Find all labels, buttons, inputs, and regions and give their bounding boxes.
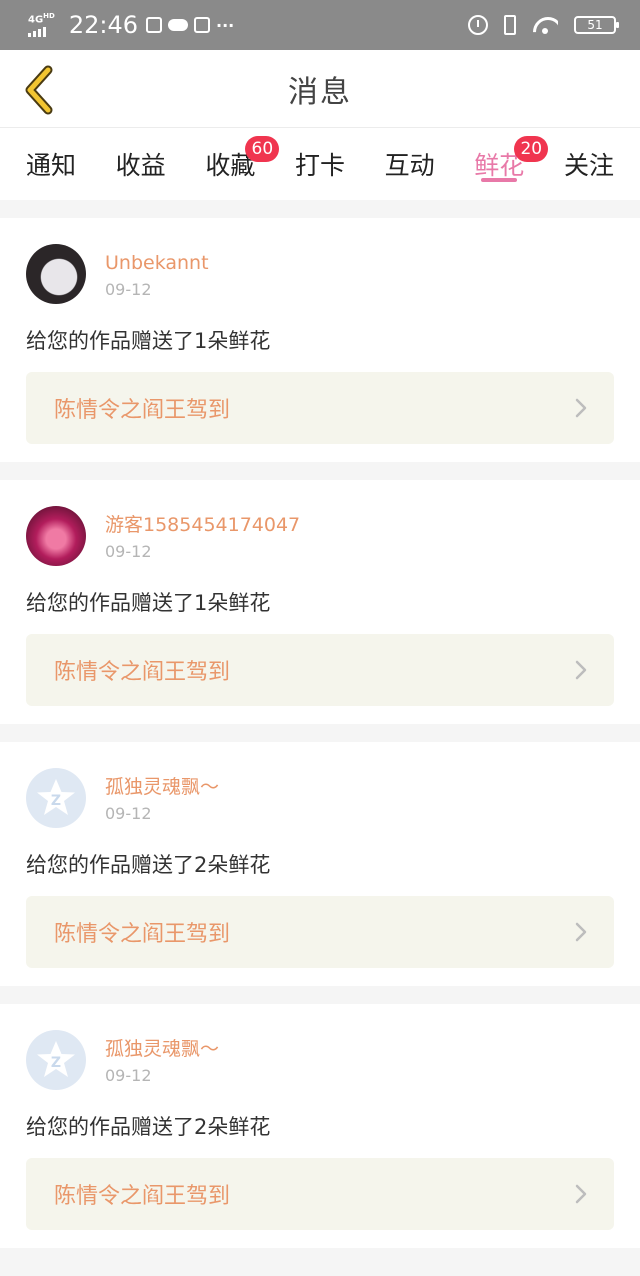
- work-title: 陈情令之阎王驾到: [54, 398, 231, 423]
- unread-count-badge: 20: [514, 136, 549, 162]
- work-link[interactable]: 陈情令之阎王驾到: [26, 1158, 614, 1230]
- chevron-left-icon: [25, 65, 53, 115]
- card-header: 游客1585454174047 09-12: [26, 480, 614, 566]
- work-title: 陈情令之阎王驾到: [54, 922, 231, 947]
- app-header: 消息: [0, 50, 640, 128]
- tab-flowers[interactable]: 鲜花 20: [474, 128, 549, 200]
- flower-message-card: Unbekannt 09-12 给您的作品赠送了1朵鲜花陈情令之阎王驾到: [0, 218, 640, 462]
- user-avatar[interactable]: Z: [26, 1030, 86, 1090]
- vibrate-icon: [504, 15, 516, 35]
- cloud-icon: [168, 19, 189, 31]
- message-list: Unbekannt 09-12 给您的作品赠送了1朵鲜花 陈情令之阎王驾到 游客1585…: [0, 200, 640, 1248]
- page-title: 消息: [288, 74, 352, 110]
- status-bar: 4GHD 22:46 ··· 51: [0, 0, 640, 50]
- tab-label: 打卡: [294, 151, 345, 180]
- active-tab-indicator: [481, 178, 518, 182]
- work-title: 陈情令之阎王驾到: [54, 660, 231, 685]
- chevron-right-icon: [575, 398, 587, 418]
- tab-notice[interactable]: 通知: [26, 128, 76, 200]
- user-meta: 游客1585454174047 09-12: [105, 512, 300, 561]
- message-text: 给您的作品赠送了2朵鲜花: [26, 1115, 271, 1139]
- more-notifications-icon: ···: [216, 15, 235, 35]
- card-header: Unbekannt 09-12: [26, 218, 614, 304]
- tab-label: 关注: [563, 151, 614, 180]
- message-text: 给您的作品赠送了1朵鲜花: [26, 329, 271, 353]
- tab-follow[interactable]: 关注: [564, 128, 614, 200]
- tab-favorites[interactable]: 收藏 60: [205, 128, 280, 200]
- message-date: 09-12: [105, 541, 152, 561]
- user-meta: Unbekannt 09-12: [105, 250, 209, 299]
- unread-count-badge: 60: [245, 136, 280, 162]
- work-link[interactable]: 陈情令之阎王驾到: [26, 634, 614, 706]
- flower-message-card: Z 孤独灵魂飘～ 09-12 给您的作品赠送了2朵鲜花陈情令之阎王驾到: [0, 1004, 640, 1248]
- username[interactable]: 孤独灵魂飘～: [105, 774, 219, 800]
- category-tabs: 通知 收益 收藏 60 打卡 互动 鲜花 20 关注: [0, 128, 640, 200]
- chevron-right-icon: [575, 922, 587, 942]
- notification-app-icon: [146, 17, 163, 33]
- back-button[interactable]: [12, 60, 68, 120]
- user-meta: 孤独灵魂飘～ 09-12: [105, 1036, 219, 1085]
- username[interactable]: 游客1585454174047: [105, 512, 300, 538]
- chevron-right-icon: [575, 1184, 587, 1204]
- work-link[interactable]: 陈情令之阎王驾到: [26, 896, 614, 968]
- tab-label: 收益: [115, 151, 166, 180]
- tab-label: 互动: [384, 151, 435, 180]
- username[interactable]: 孤独灵魂飘～: [105, 1036, 219, 1062]
- wifi-icon: [532, 15, 558, 35]
- tab-label: 通知: [26, 151, 77, 180]
- battery-icon: 51: [574, 16, 619, 34]
- status-right: 51: [468, 15, 619, 35]
- svg-text:Z: Z: [51, 1055, 61, 1071]
- tab-checkin[interactable]: 打卡: [295, 128, 345, 200]
- message-text: 给您的作品赠送了2朵鲜花: [26, 853, 271, 877]
- flower-message-card: 游客1585454174047 09-12 给您的作品赠送了1朵鲜花陈情令之阎王驾到: [0, 480, 640, 724]
- chevron-right-icon: [575, 660, 587, 680]
- work-link[interactable]: 陈情令之阎王驾到: [26, 372, 614, 444]
- card-header: Z 孤独灵魂飘～ 09-12: [26, 1004, 614, 1090]
- flower-message-card: Z 孤独灵魂飘～ 09-12 给您的作品赠送了2朵鲜花陈情令之阎王驾到: [0, 742, 640, 986]
- tab-income[interactable]: 收益: [116, 128, 166, 200]
- work-title: 陈情令之阎王驾到: [54, 1184, 231, 1209]
- notification-icons: ···: [146, 16, 234, 35]
- username[interactable]: Unbekannt: [105, 250, 209, 276]
- message-text: 给您的作品赠送了1朵鲜花: [26, 591, 271, 615]
- status-left: 4GHD 22:46 ···: [28, 11, 234, 39]
- user-avatar[interactable]: [26, 506, 86, 566]
- status-time: 22:46: [68, 11, 139, 39]
- signal-icon: 4GHD: [28, 13, 55, 37]
- tab-interaction[interactable]: 互动: [385, 128, 435, 200]
- svg-text:Z: Z: [51, 793, 61, 809]
- message-date: 09-12: [105, 1065, 152, 1085]
- message-date: 09-12: [105, 803, 152, 823]
- card-header: Z 孤独灵魂飘～ 09-12: [26, 742, 614, 828]
- alarm-icon: [468, 15, 488, 35]
- user-avatar[interactable]: Z: [26, 768, 86, 828]
- notification-app-icon-2: [194, 17, 211, 33]
- message-date: 09-12: [105, 279, 152, 299]
- user-avatar[interactable]: [26, 244, 86, 304]
- user-meta: 孤独灵魂飘～ 09-12: [105, 774, 219, 823]
